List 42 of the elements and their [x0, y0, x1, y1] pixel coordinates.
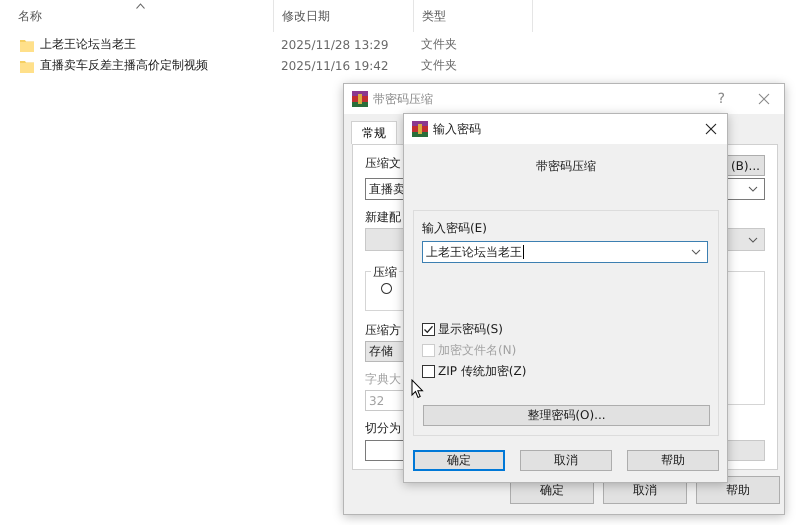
tab[interactable]: 常规	[351, 121, 397, 144]
field-label: 压缩方	[365, 322, 401, 339]
file-name[interactable]: 上老王论坛当老王	[40, 36, 136, 53]
window-title: 输入密码	[433, 120, 481, 138]
checkbox-label[interactable]: 显示密码(S)	[438, 321, 503, 338]
archive-icon	[412, 121, 428, 137]
file-name[interactable]: 直播卖车反差主播高价定制视频	[40, 57, 208, 74]
browse-button[interactable]: (B)...	[725, 155, 765, 176]
field-label: 新建配	[365, 209, 401, 226]
file-type: 文件夹	[421, 36, 457, 53]
dialog-button[interactable]: 帮助	[627, 450, 719, 471]
dialog-heading: 带密码压缩	[536, 158, 596, 175]
password-field[interactable]: 上老王论坛当老王	[422, 241, 708, 263]
field-label: 输入密码(E)	[422, 220, 487, 237]
column-header[interactable]: 名称	[18, 8, 42, 24]
dialog-button[interactable]: 确定	[413, 450, 505, 471]
folder-icon	[20, 58, 34, 72]
column-header[interactable]: 类型	[422, 8, 446, 24]
modified-date: 2025/11/16 19:42	[281, 58, 389, 72]
field-label: 切分为	[365, 420, 401, 437]
field-label: 字典大	[365, 371, 401, 388]
help-button[interactable]: ?	[718, 91, 725, 107]
file-type: 文件夹	[421, 57, 457, 74]
checkbox-label[interactable]: ZIP 传统加密(Z)	[438, 363, 526, 380]
chevron-icon	[748, 236, 758, 242]
dialog-button[interactable]: 帮助	[696, 476, 780, 504]
mouse-pointer-icon	[411, 379, 424, 399]
window-title: 带密码压缩	[373, 90, 433, 108]
chevron-icon	[691, 249, 701, 255]
radio-button[interactable]	[381, 283, 392, 294]
close-icon[interactable]	[705, 123, 717, 135]
column-header[interactable]: 修改日期	[282, 8, 330, 24]
folder-icon	[20, 38, 34, 52]
archive-icon	[352, 91, 368, 107]
dialog-button[interactable]: 取消	[520, 450, 612, 471]
checkbox[interactable]	[422, 365, 435, 378]
sort-caret-icon	[136, 3, 145, 9]
field-label: 压缩文	[365, 155, 401, 172]
chevron-icon	[748, 186, 758, 192]
manage-passwords-button[interactable]: 整理密码(O)...	[423, 405, 710, 426]
modified-date: 2025/11/28 13:29	[281, 38, 389, 52]
checkbox[interactable]	[422, 323, 435, 336]
